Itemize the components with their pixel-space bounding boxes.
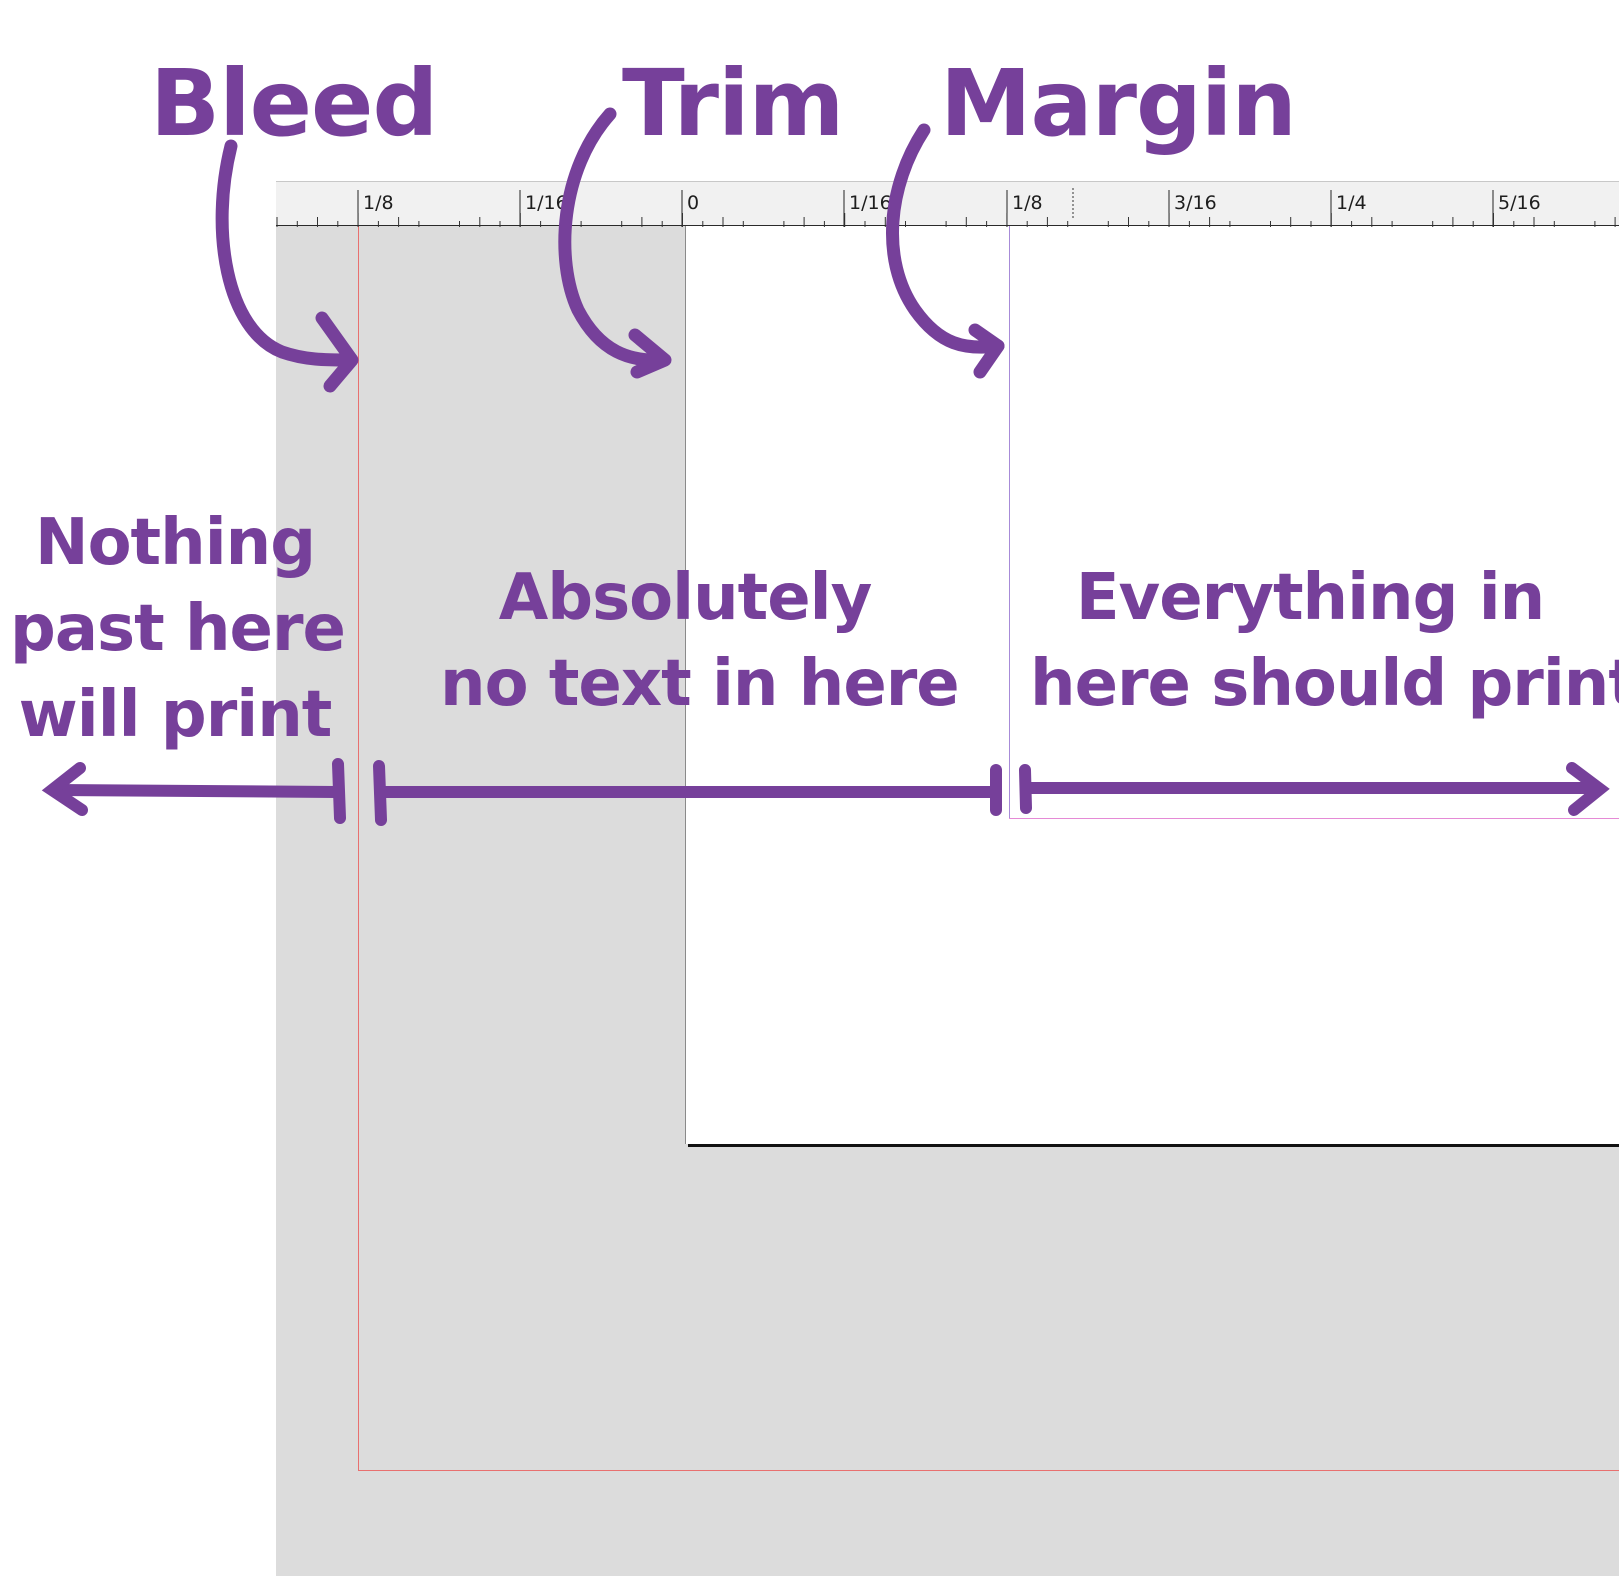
absolutely-line-2: no text in here: [440, 647, 960, 721]
nothing-end-cap: [332, 758, 346, 824]
nothing-zone-caption: Nothing past here will print: [10, 500, 346, 758]
nothing-line-2: past here: [10, 592, 346, 666]
nothing-line-3: will print: [18, 678, 333, 752]
everything-line-1: Everything in: [1075, 561, 1545, 635]
absolutely-zone-caption: Absolutely no text in here: [440, 555, 960, 727]
everything-line-2: here should print: [1030, 647, 1619, 721]
bleed-label: Bleed: [150, 50, 438, 157]
absolutely-line-1: Absolutely: [498, 561, 873, 635]
absolutely-left-cap: [373, 760, 387, 826]
margin-label: Margin: [940, 50, 1297, 157]
everything-zone-caption: Everything in here should print: [1030, 555, 1619, 727]
bleed-arrowhead: [315, 311, 359, 393]
nothing-line-1: Nothing: [35, 506, 316, 580]
margin-pointer-arrow: [886, 123, 1005, 354]
trim-label: Trim: [622, 50, 844, 157]
everything-left-cap: [1019, 764, 1032, 814]
nothing-arrow-shaft: [49, 784, 342, 798]
annotation-arrows: [41, 107, 1610, 826]
